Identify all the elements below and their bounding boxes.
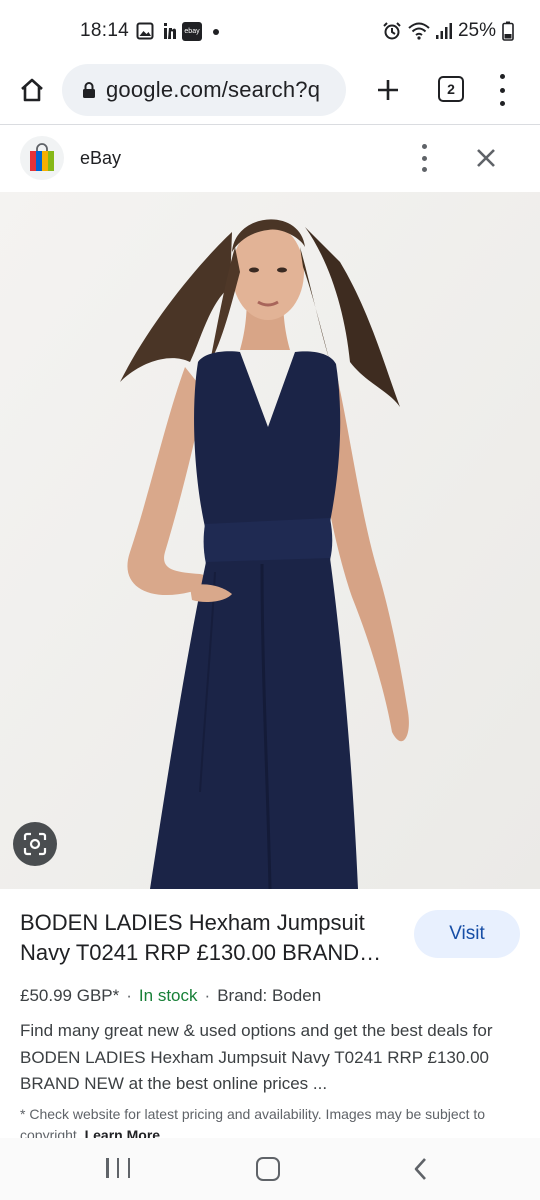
ebay-icon: ebay <box>182 22 202 41</box>
shopping-bag-icon <box>30 143 54 171</box>
gallery-icon <box>136 22 154 40</box>
status-time: 18:14 <box>80 20 130 41</box>
price: £50.99 GBP* <box>20 986 120 1005</box>
site-name[interactable]: eBay <box>80 148 121 169</box>
result-sheet-header: eBay <box>0 126 540 192</box>
lens-icon <box>23 832 47 856</box>
status-bar: 18:14 ebay 25% <box>0 0 540 64</box>
plus-icon <box>378 80 398 100</box>
menu-dot <box>421 144 427 149</box>
close-icon[interactable] <box>470 142 502 174</box>
visit-button[interactable]: Visit <box>414 910 520 958</box>
menu-dot <box>499 87 505 93</box>
recent-bar <box>127 1158 130 1178</box>
disclaimer: * Check website for latest pricing and a… <box>20 1104 520 1138</box>
battery-percent: 25% <box>457 20 496 41</box>
ebay-favicon[interactable] <box>20 136 64 180</box>
lock-icon <box>83 82 95 98</box>
system-nav-bar <box>0 1138 540 1200</box>
signal-icon <box>435 23 452 39</box>
product-meta: £50.99 GBP* · In stock · Brand: Boden <box>20 986 321 1006</box>
wifi-icon <box>408 22 430 40</box>
recent-bar <box>116 1158 120 1178</box>
linkedin-icon <box>164 23 176 39</box>
lens-button[interactable] <box>13 822 57 866</box>
dot-icon <box>213 29 219 35</box>
learn-more-link[interactable]: Learn More <box>85 1127 160 1138</box>
menu-dot <box>499 101 505 106</box>
battery-icon <box>502 21 514 41</box>
new-tab-button[interactable] <box>370 70 406 110</box>
status-right: 25% <box>382 20 514 42</box>
product-description: Find many great new & used options and g… <box>20 1021 493 1093</box>
product-title[interactable]: BODEN LADIES Hexham Jumpsuit Navy T0241 … <box>20 908 400 968</box>
alarm-icon <box>383 22 401 40</box>
disclaimer-container: * Check website for latest pricing and a… <box>20 1104 520 1138</box>
menu-dot <box>421 155 427 161</box>
result-menu-button[interactable] <box>412 144 436 172</box>
separator: · <box>204 986 211 1005</box>
stock-status: In stock <box>138 986 198 1005</box>
product-image[interactable] <box>0 192 540 889</box>
home-button[interactable] <box>14 72 50 108</box>
address-bar[interactable]: google.com/search?q <box>62 64 346 116</box>
back-icon[interactable] <box>410 1156 432 1182</box>
menu-dot <box>421 167 427 172</box>
home-nav-button[interactable] <box>256 1157 280 1181</box>
toolbar-divider <box>0 124 540 125</box>
url-text: google.com/search?q <box>106 77 321 102</box>
home-icon <box>21 78 43 102</box>
brand: Brand: Boden <box>217 986 322 1005</box>
separator: · <box>126 986 132 1005</box>
recent-bar <box>106 1158 109 1178</box>
recent-apps-button[interactable] <box>106 1158 130 1180</box>
menu-dot <box>499 74 505 79</box>
jumpsuit-model-illustration <box>0 192 540 889</box>
tab-switcher-button[interactable]: 2 <box>438 76 464 102</box>
browser-menu-button[interactable] <box>490 74 514 106</box>
browser-toolbar: google.com/search?q 2 <box>0 64 540 124</box>
